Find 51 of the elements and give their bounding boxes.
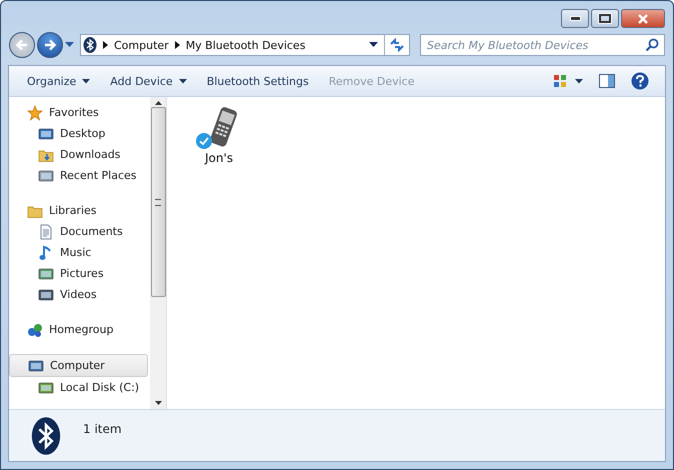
nav-item[interactable]: Homegroup xyxy=(9,319,150,340)
nav-item[interactable]: Local Disk (C:) xyxy=(9,377,150,398)
bluetooth-icon xyxy=(31,416,61,456)
caret-icon xyxy=(82,78,90,84)
nav-item[interactable]: Recent Places xyxy=(9,165,150,186)
back-arrow-icon xyxy=(15,39,29,51)
toolbar-button[interactable]: Organize xyxy=(19,72,98,90)
chevron-icon[interactable] xyxy=(103,41,108,49)
help-icon xyxy=(631,72,649,90)
nav-item[interactable]: Favorites xyxy=(9,102,150,123)
nav-item[interactable]: Videos xyxy=(9,284,150,305)
address-bar[interactable]: Computer My Bluetooth Devices xyxy=(80,34,410,56)
search-icon xyxy=(645,38,659,52)
grid-icon xyxy=(553,74,567,88)
nav-item[interactable]: Pictures xyxy=(9,263,150,284)
caret-icon xyxy=(575,78,583,84)
toolbar-button[interactable]: Add Device xyxy=(102,72,195,90)
drive-icon xyxy=(38,380,54,396)
scroll-up-icon[interactable] xyxy=(154,101,162,105)
breadcrumb[interactable]: My Bluetooth Devices xyxy=(186,38,306,52)
pane-icon xyxy=(599,74,615,88)
maximize-button[interactable] xyxy=(591,9,619,28)
back-button[interactable] xyxy=(9,32,35,58)
star-icon xyxy=(27,104,43,120)
minimize-button[interactable] xyxy=(561,9,589,28)
item-count: 1 item xyxy=(83,422,122,436)
document-icon xyxy=(38,224,54,240)
picture-icon xyxy=(38,266,54,282)
device-item[interactable]: Jon's xyxy=(187,105,251,165)
dropdown-icon[interactable] xyxy=(369,42,378,48)
caret-icon xyxy=(178,78,187,84)
bluetooth-icon xyxy=(83,37,97,53)
close-icon xyxy=(637,14,649,24)
nav-item[interactable]: Music xyxy=(9,242,150,263)
globe-icon xyxy=(27,322,43,338)
monitor-icon xyxy=(28,358,44,374)
nav-item[interactable]: Desktop xyxy=(9,123,150,144)
forward-button[interactable] xyxy=(37,32,63,58)
close-button[interactable] xyxy=(621,9,665,28)
forward-arrow-icon xyxy=(43,39,57,51)
toolbar-button[interactable]: Bluetooth Settings xyxy=(198,72,317,90)
breadcrumb[interactable]: Computer xyxy=(114,38,169,52)
nav-item[interactable]: Computer xyxy=(9,354,148,377)
monitor-icon xyxy=(38,126,54,142)
scroll-down-icon[interactable] xyxy=(154,401,162,405)
search-field[interactable]: Search My Bluetooth Devices xyxy=(420,34,665,56)
chevron-icon[interactable] xyxy=(174,41,180,49)
scrollbar[interactable] xyxy=(150,97,166,409)
nav-item[interactable]: Libraries xyxy=(9,200,150,221)
nav-item[interactable]: Documents xyxy=(9,221,150,242)
nav-item[interactable]: Downloads xyxy=(9,144,150,165)
